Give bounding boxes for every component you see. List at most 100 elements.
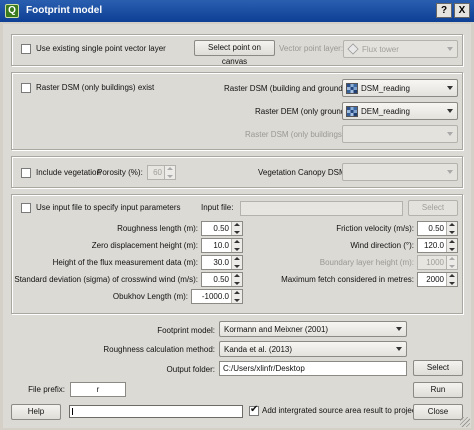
- footprint-model-label: Footprint model:: [157, 326, 215, 335]
- input-file-select-button[interactable]: Select: [408, 200, 458, 216]
- window-title: Footprint model: [26, 5, 103, 16]
- add-result-label: Add intergrated source area result to pr…: [262, 406, 419, 415]
- resize-grip[interactable]: [460, 417, 470, 427]
- chevron-down-icon: [396, 327, 402, 331]
- boundary-layer-height-spinbox[interactable]: 1000: [417, 255, 458, 270]
- raster-dem-value: DEM_reading: [361, 107, 410, 116]
- spin-arrows[interactable]: [231, 222, 242, 235]
- max-fetch-value: 2000: [426, 275, 444, 284]
- raster-dsm-value: DSM_reading: [361, 84, 410, 93]
- roughness-length-value: 0.50: [213, 224, 229, 233]
- arrow-down-icon: [449, 282, 455, 285]
- spin-arrows[interactable]: [446, 222, 457, 235]
- help-title-button[interactable]: ?: [436, 3, 452, 18]
- dialog-body: Use existing single point vector layer S…: [3, 24, 471, 428]
- roughness-length-spinbox[interactable]: 0.50: [201, 221, 243, 236]
- spin-arrows[interactable]: [446, 256, 457, 269]
- input-file-label: Input file:: [201, 203, 234, 212]
- vector-point-layer-label: Vector point layer:: [279, 44, 344, 53]
- raster-layer-icon: [346, 106, 358, 117]
- boundary-layer-height-label: Boundary layer height (m):: [319, 258, 414, 267]
- include-vegetation-label: Include vegetation: [36, 168, 101, 177]
- spin-arrows[interactable]: [164, 166, 175, 179]
- friction-velocity-spinbox[interactable]: 0.50: [417, 221, 458, 236]
- output-folder-label: Output folder:: [166, 365, 215, 374]
- use-input-file-checkbox[interactable]: [21, 203, 31, 213]
- arrow-down-icon: [234, 248, 240, 251]
- spin-arrows[interactable]: [231, 273, 242, 286]
- progress-bar: [69, 405, 243, 418]
- raster-dsm-combo[interactable]: DSM_reading: [342, 79, 458, 97]
- footprint-model-combo[interactable]: Kormann and Meixner (2001): [219, 321, 407, 337]
- sigma-crosswind-spinbox[interactable]: 0.50: [201, 272, 243, 287]
- run-button[interactable]: Run: [413, 382, 463, 398]
- arrow-up-icon: [449, 257, 455, 260]
- arrow-up-icon: [234, 223, 240, 226]
- title-bar: Q Footprint model ? X: [0, 0, 474, 22]
- select-point-on-canvas-button[interactable]: Select point on canvas: [194, 40, 275, 66]
- roughness-method-combo[interactable]: Kanda et al. (2013): [219, 341, 407, 357]
- raster-layer-icon: [346, 83, 358, 94]
- flux-height-spinbox[interactable]: 30.0: [201, 255, 243, 270]
- max-fetch-spinbox[interactable]: 2000: [417, 272, 458, 287]
- obukhov-length-spinbox[interactable]: -1000.0: [191, 289, 243, 304]
- wind-direction-spinbox[interactable]: 120.0: [417, 238, 458, 253]
- vector-point-layer-combo[interactable]: Flux tower: [343, 40, 458, 58]
- vegetation-canopy-dsm-label: Vegetation Canopy DSM:: [258, 168, 348, 177]
- arrow-down-icon: [234, 299, 240, 302]
- arrow-up-icon: [449, 240, 455, 243]
- raster-dem-combo[interactable]: DEM_reading: [342, 102, 458, 120]
- boundary-layer-height-value: 1000: [426, 258, 444, 267]
- qgis-logo-icon: Q: [5, 4, 19, 18]
- vegetation-group: Include vegetation Porosity (%): 60 Vege…: [11, 156, 463, 188]
- vector-layer-icon: [347, 43, 359, 55]
- max-fetch-label: Maximum fetch considered in metres:: [281, 275, 414, 284]
- arrow-down-icon: [449, 231, 455, 234]
- roughness-method-value: Kanda et al. (2013): [224, 345, 293, 354]
- zero-displacement-label: Zero displacement height (m):: [91, 241, 198, 250]
- raster-dem-label: Raster DEM (only ground):: [255, 107, 351, 116]
- point-layer-group: Use existing single point vector layer S…: [11, 34, 463, 66]
- raster-dsm-only-buildings-combo[interactable]: [342, 125, 458, 143]
- add-result-checkbox[interactable]: [249, 404, 259, 416]
- close-button[interactable]: Close: [413, 404, 463, 420]
- help-button[interactable]: Help: [11, 404, 61, 420]
- raster-dsm-buildings-checkbox[interactable]: [21, 83, 31, 93]
- include-vegetation-checkbox[interactable]: [21, 168, 31, 178]
- raster-dsm-label: Raster DSM (building and ground):: [224, 84, 348, 93]
- porosity-spinbox[interactable]: 60: [147, 165, 176, 180]
- footprint-model-value: Kormann and Meixner (2001): [224, 325, 329, 334]
- arrow-down-icon: [449, 248, 455, 251]
- output-folder-field[interactable]: C:/Users/xlinfr/Desktop: [219, 361, 407, 376]
- use-point-layer-checkbox[interactable]: [21, 44, 31, 54]
- arrow-down-icon: [234, 265, 240, 268]
- vector-point-layer-value: Flux tower: [362, 45, 399, 54]
- wind-direction-label: Wind direction (°):: [350, 241, 414, 250]
- roughness-method-label: Roughness calculation method:: [103, 345, 215, 354]
- roughness-length-label: Roughness length (m):: [117, 224, 198, 233]
- sigma-crosswind-label: Standard deviation (sigma) of crosswind …: [14, 275, 198, 284]
- arrow-up-icon: [449, 274, 455, 277]
- use-input-file-label: Use input file to specify input paramete…: [36, 203, 181, 212]
- output-folder-select-button[interactable]: Select: [413, 360, 463, 376]
- zero-displacement-spinbox[interactable]: 10.0: [201, 238, 243, 253]
- input-file-field[interactable]: [240, 201, 403, 216]
- raster-dsm-only-buildings-label: Raster DSM (only buildings):: [245, 130, 347, 139]
- friction-velocity-value: 0.50: [428, 224, 444, 233]
- porosity-label: Porosity (%):: [97, 168, 143, 177]
- spin-arrows[interactable]: [446, 239, 457, 252]
- file-prefix-field[interactable]: r: [70, 382, 126, 397]
- arrow-up-icon: [234, 240, 240, 243]
- spin-arrows[interactable]: [231, 239, 242, 252]
- spin-arrows[interactable]: [446, 273, 457, 286]
- arrow-down-icon: [167, 175, 173, 178]
- arrow-down-icon: [234, 231, 240, 234]
- close-title-button[interactable]: X: [454, 3, 470, 18]
- flux-height-label: Height of the flux measurement data (m):: [52, 258, 198, 267]
- arrow-up-icon: [234, 274, 240, 277]
- spin-arrows[interactable]: [231, 290, 242, 303]
- chevron-down-icon: [447, 86, 453, 90]
- vegetation-canopy-dsm-combo[interactable]: [342, 163, 458, 181]
- chevron-down-icon: [447, 170, 453, 174]
- spin-arrows[interactable]: [231, 256, 242, 269]
